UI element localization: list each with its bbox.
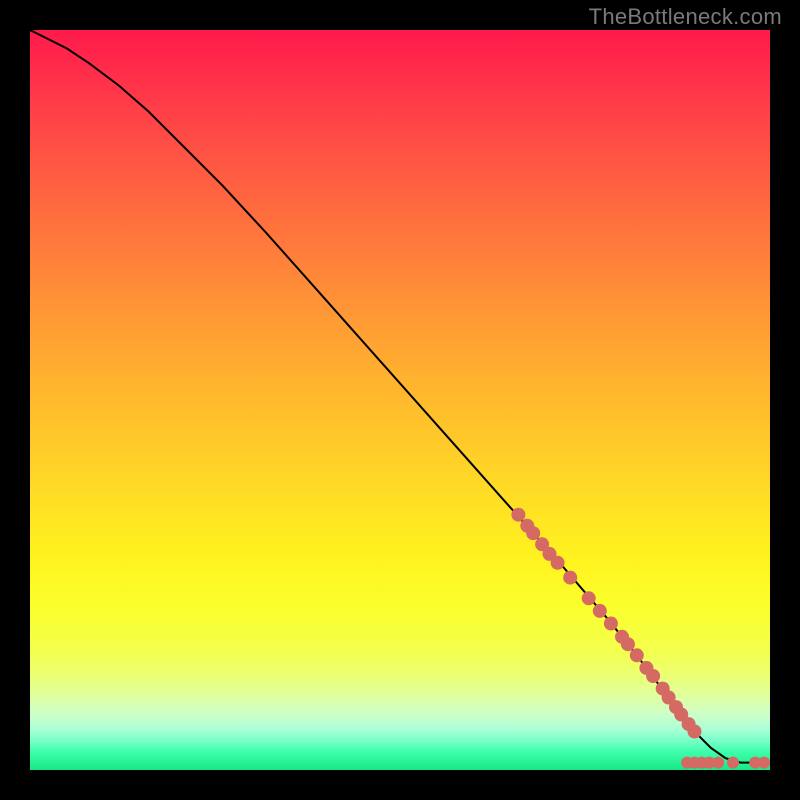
data-point: [511, 508, 525, 522]
data-point: [630, 648, 644, 662]
plot-area: [30, 30, 770, 770]
data-point: [712, 757, 724, 769]
data-point: [758, 757, 770, 769]
data-point: [604, 617, 618, 631]
bottleneck-curve: [30, 30, 770, 763]
data-point: [526, 526, 540, 540]
curve-layer: [30, 30, 770, 770]
data-point: [593, 604, 607, 618]
data-point: [621, 637, 635, 651]
data-point: [646, 669, 660, 683]
chart-frame: TheBottleneck.com: [0, 0, 800, 800]
data-point: [688, 725, 702, 739]
data-point: [727, 757, 739, 769]
data-point: [582, 591, 596, 605]
watermark-text: TheBottleneck.com: [589, 4, 782, 30]
data-point: [563, 571, 577, 585]
data-points-group: [511, 508, 770, 769]
data-point: [551, 556, 565, 570]
